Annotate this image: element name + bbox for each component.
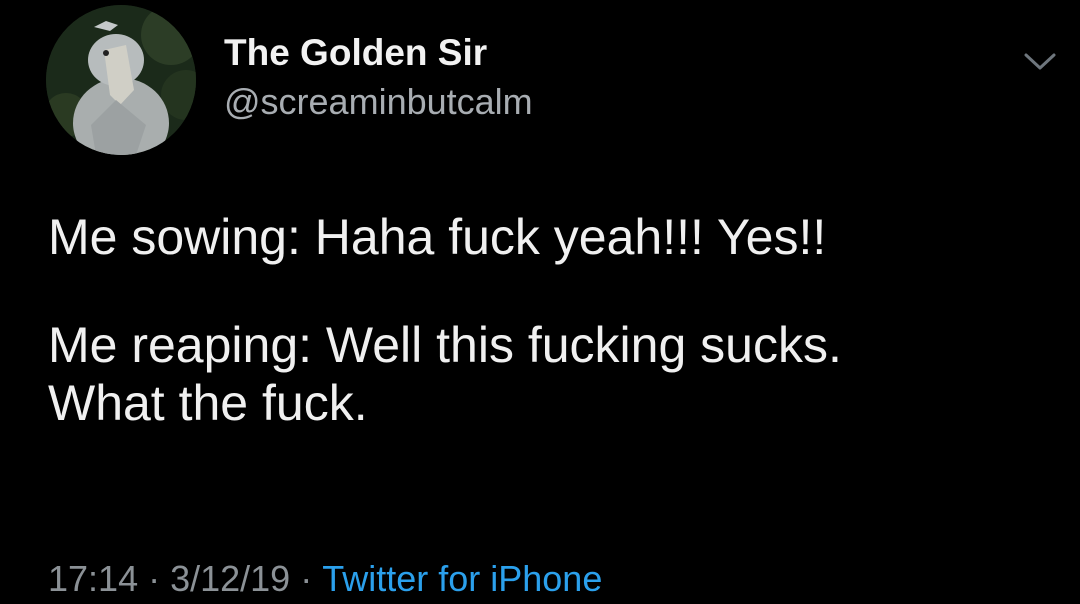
tweet-time[interactable]: 17:14 <box>48 558 138 599</box>
tweet-header: The Golden Sir @screaminbutcalm <box>46 5 1056 157</box>
tweet-line: Me reaping: Well this fucking sucks. <box>48 317 842 373</box>
tweet-source-link[interactable]: Twitter for iPhone <box>322 558 602 599</box>
display-name[interactable]: The Golden Sir <box>224 31 533 75</box>
shoebill-bird-avatar-icon <box>46 5 196 155</box>
tweet: The Golden Sir @screaminbutcalm Me sowin… <box>0 0 1080 604</box>
meta-separator: · <box>300 558 313 599</box>
tweet-line: What the fuck. <box>48 375 368 431</box>
author-names: The Golden Sir @screaminbutcalm <box>224 31 533 125</box>
tweet-date[interactable]: 3/12/19 <box>170 558 290 599</box>
meta-separator: · <box>148 558 161 599</box>
chevron-down-icon[interactable] <box>1022 45 1058 75</box>
avatar[interactable] <box>46 5 196 155</box>
tweet-text: Me sowing: Haha fuck yeah!!! Yes!! Me re… <box>48 208 1048 432</box>
tweet-meta: 17:14 · 3/12/19 · Twitter for iPhone <box>48 556 602 602</box>
tweet-line: Me sowing: Haha fuck yeah!!! Yes!! <box>48 209 827 265</box>
user-handle[interactable]: @screaminbutcalm <box>224 79 533 125</box>
